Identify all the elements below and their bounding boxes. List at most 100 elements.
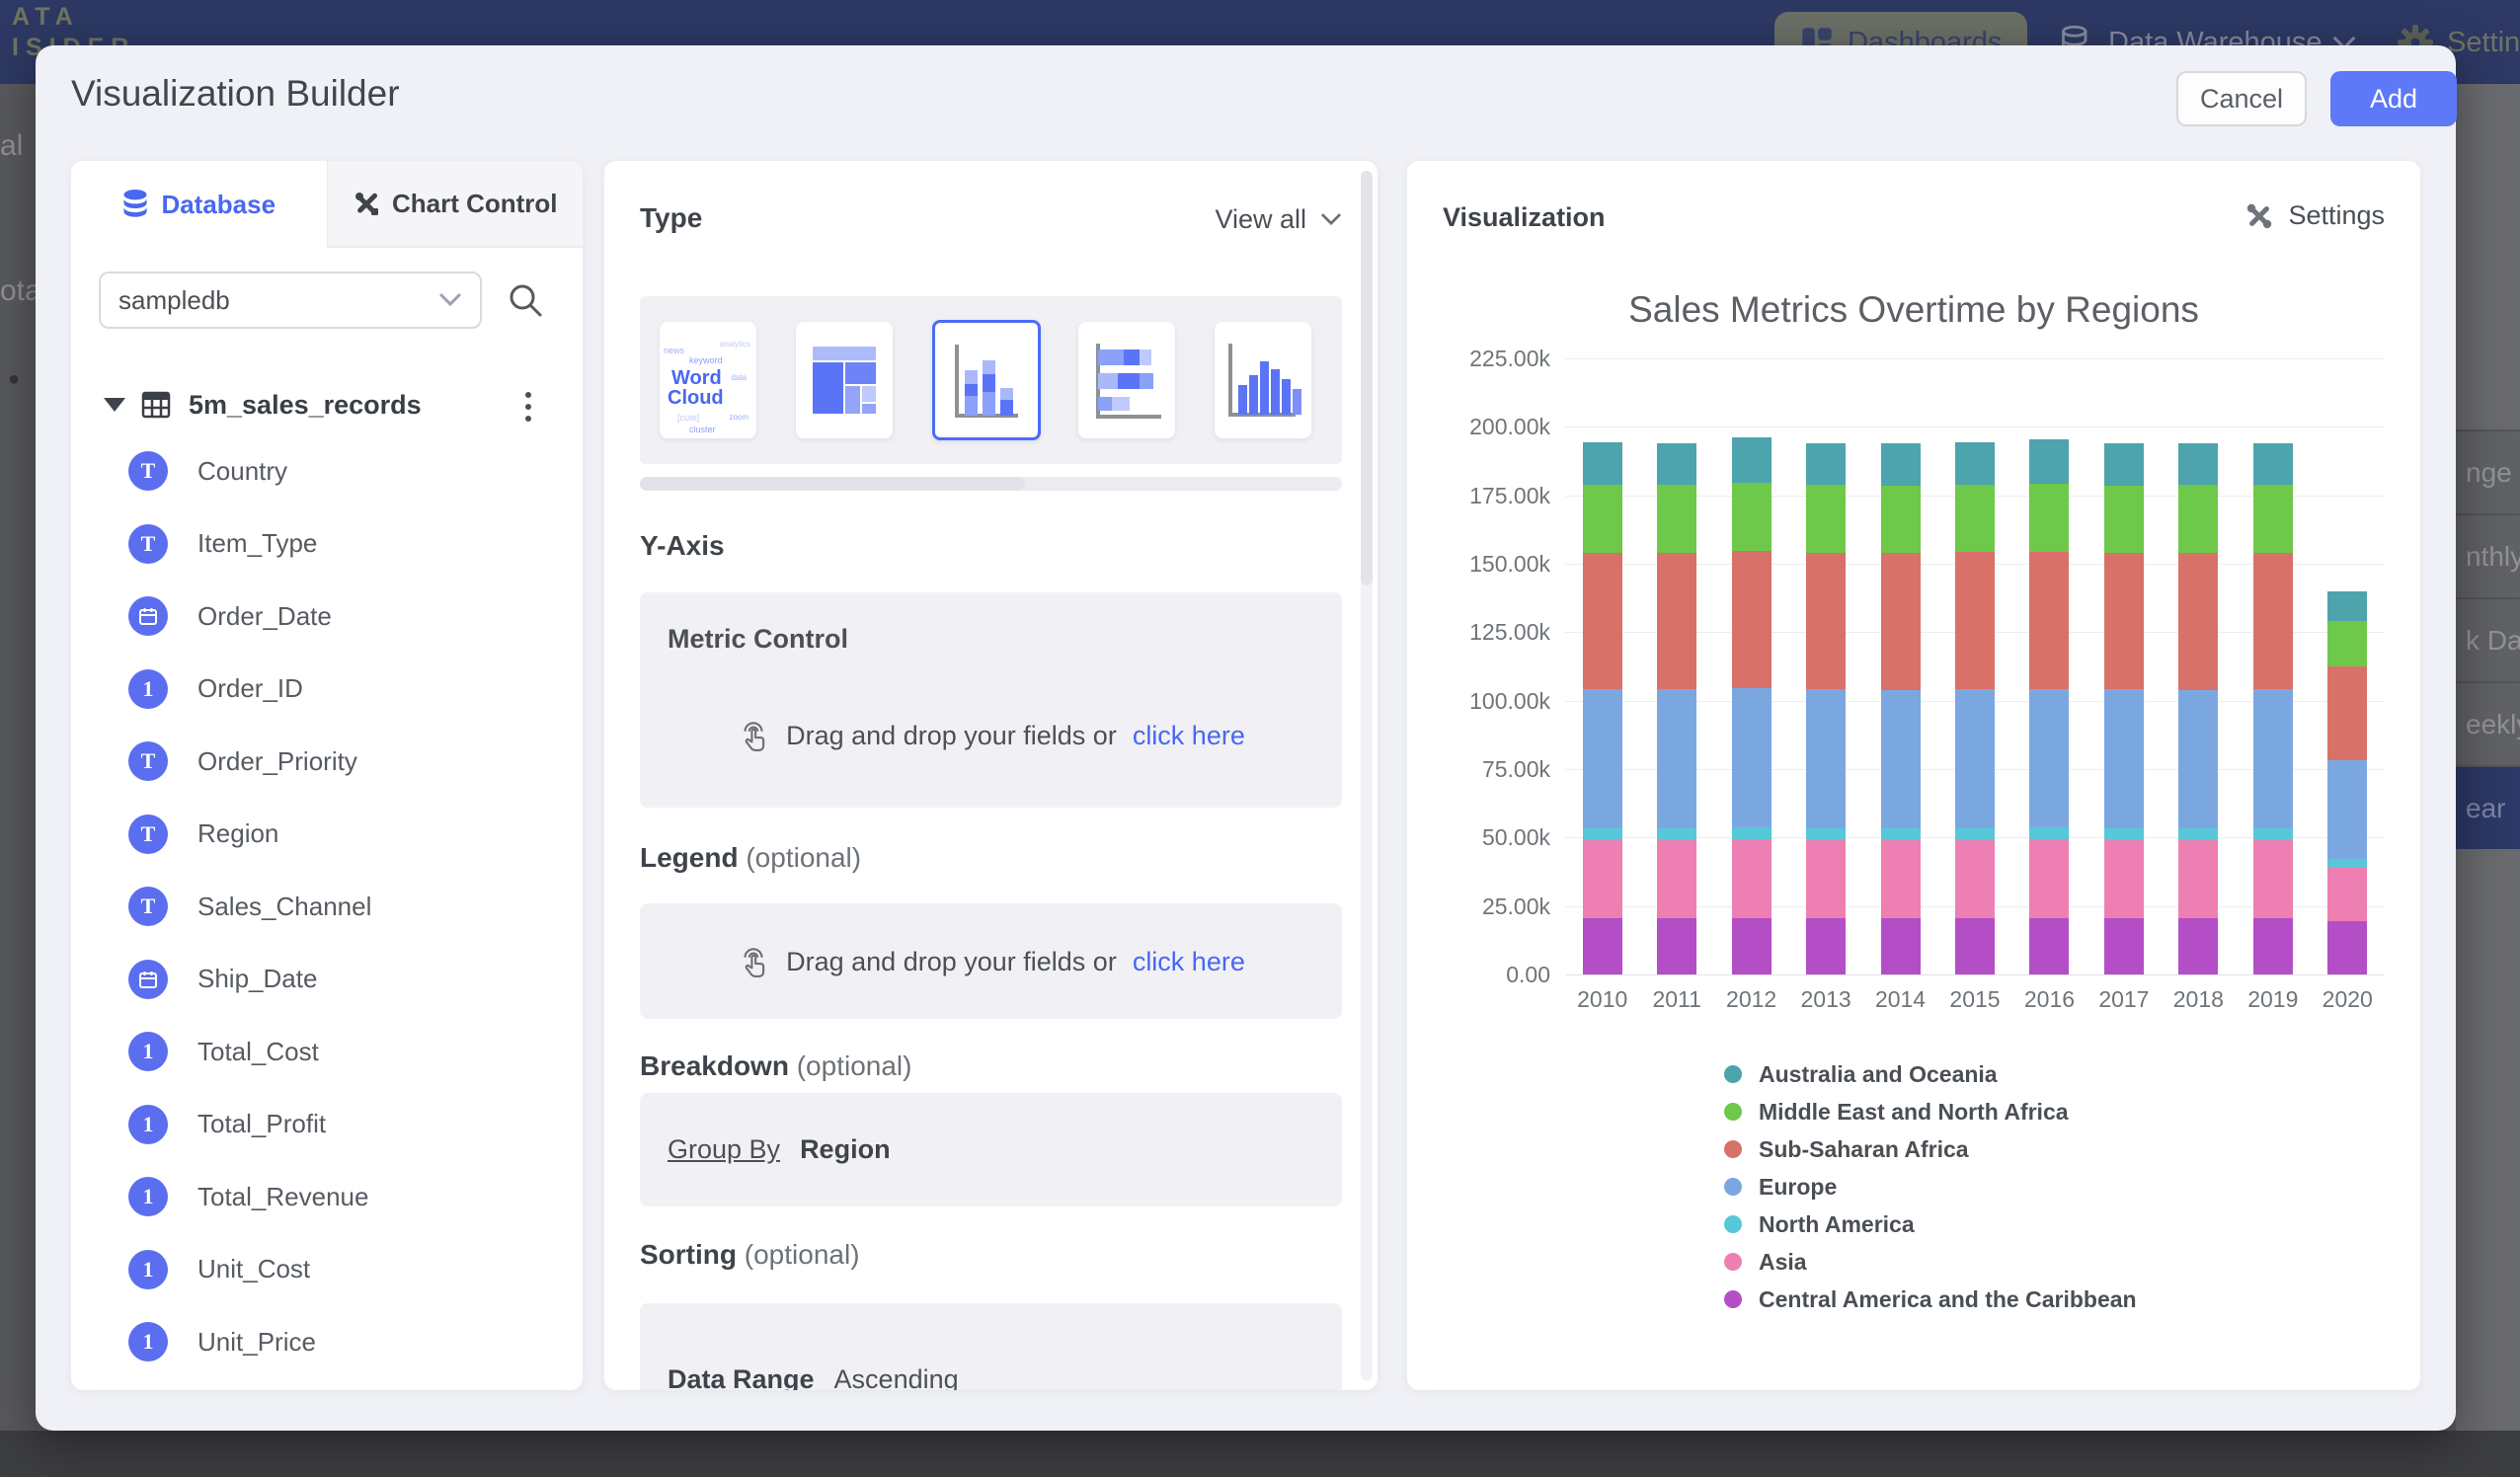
bar-segment[interactable]: [2253, 485, 2293, 553]
table-menu-kebab-icon[interactable]: [517, 384, 539, 429]
bar-segment[interactable]: [1881, 443, 1921, 485]
field-item-unit_cost[interactable]: 1Unit_Cost: [71, 1242, 583, 1297]
bar-segment[interactable]: [2178, 690, 2218, 828]
legend-dropzone[interactable]: Drag and drop your fields or click here: [640, 903, 1342, 1019]
bar-segment[interactable]: [2104, 918, 2144, 974]
legend-item[interactable]: North America: [1724, 1209, 1915, 1239]
sorting-box[interactable]: Data Range Ascending: [640, 1303, 1342, 1390]
bar-segment[interactable]: [2253, 918, 2293, 974]
field-item-order_id[interactable]: 1Order_ID: [71, 661, 583, 717]
bar-segment[interactable]: [1881, 840, 1921, 919]
bar-segment[interactable]: [1881, 828, 1921, 840]
bar-segment[interactable]: [2253, 840, 2293, 919]
bar-segment[interactable]: [2253, 828, 2293, 840]
stacked-bar-2019[interactable]: [2253, 443, 2293, 974]
bar-segment[interactable]: [1881, 553, 1921, 689]
stacked-bar-2012[interactable]: [1732, 437, 1772, 974]
bar-segment[interactable]: [2178, 553, 2218, 690]
chart-type-horizontal-bar[interactable]: [1078, 322, 1175, 438]
stacked-bar-2018[interactable]: [2178, 443, 2218, 974]
add-button[interactable]: Add: [2330, 71, 2457, 126]
bar-segment[interactable]: [1583, 828, 1622, 840]
bar-segment[interactable]: [2029, 918, 2069, 974]
legend-item[interactable]: Middle East and North Africa: [1724, 1097, 2069, 1127]
chart-type-column[interactable]: [1215, 322, 1311, 438]
bar-segment[interactable]: [1806, 689, 1846, 828]
bar-segment[interactable]: [2327, 867, 2367, 921]
legend-item[interactable]: Asia: [1724, 1247, 1807, 1277]
bar-segment[interactable]: [1806, 918, 1846, 974]
stacked-bar-2016[interactable]: [2029, 439, 2069, 974]
bar-segment[interactable]: [2253, 443, 2293, 485]
sorting-field-label[interactable]: Data Range: [668, 1364, 815, 1390]
bar-segment[interactable]: [2178, 485, 2218, 553]
view-all-dropdown[interactable]: View all: [1215, 204, 1342, 235]
bar-segment[interactable]: [1955, 840, 1995, 918]
bar-segment[interactable]: [1955, 485, 1995, 553]
bar-segment[interactable]: [1955, 552, 1995, 689]
stacked-bar-2015[interactable]: [1955, 442, 1995, 974]
field-item-item_type[interactable]: TItem_Type: [71, 516, 583, 572]
bar-segment[interactable]: [1732, 839, 1772, 918]
chart-type-word-cloud[interactable]: news analytics keyword Word Cloud data […: [660, 322, 756, 438]
bar-segment[interactable]: [2178, 828, 2218, 840]
settings-button[interactable]: Settings: [2244, 200, 2385, 231]
bar-segment[interactable]: [1583, 442, 1622, 484]
bar-segment[interactable]: [2029, 839, 2069, 918]
bar-segment[interactable]: [1583, 918, 1622, 974]
field-item-sales_channel[interactable]: TSales_Channel: [71, 879, 583, 934]
chart-type-treemap[interactable]: [796, 322, 893, 438]
stacked-bar-2013[interactable]: [1806, 443, 1846, 974]
bar-segment[interactable]: [2104, 840, 2144, 918]
field-item-ship_date[interactable]: Ship_Date: [71, 952, 583, 1007]
bar-segment[interactable]: [2029, 827, 2069, 839]
bar-segment[interactable]: [1732, 688, 1772, 827]
bar-segment[interactable]: [2104, 486, 2144, 554]
bar-segment[interactable]: [1657, 553, 1696, 689]
bar-segment[interactable]: [1955, 828, 1995, 840]
bar-segment[interactable]: [1583, 485, 1622, 553]
bar-segment[interactable]: [1881, 918, 1921, 974]
bar-segment[interactable]: [2327, 760, 2367, 859]
bar-segment[interactable]: [2327, 921, 2367, 974]
bar-segment[interactable]: [1806, 553, 1846, 690]
expander-triangle-icon[interactable]: [104, 398, 125, 412]
stacked-bar-2011[interactable]: [1657, 443, 1696, 974]
bar-segment[interactable]: [2327, 859, 2367, 867]
field-item-country[interactable]: TCountry: [71, 443, 583, 499]
bar-segment[interactable]: [2104, 443, 2144, 485]
search-icon[interactable]: [506, 280, 545, 320]
bar-segment[interactable]: [1583, 689, 1622, 828]
field-item-total_revenue[interactable]: 1Total_Revenue: [71, 1169, 583, 1224]
stacked-bar-2014[interactable]: [1881, 443, 1921, 974]
bar-segment[interactable]: [1732, 918, 1772, 974]
metric-control-dropzone[interactable]: Metric Control Drag and drop your fields…: [640, 592, 1342, 808]
field-item-order_date[interactable]: Order_Date: [71, 588, 583, 644]
field-item-order_priority[interactable]: TOrder_Priority: [71, 734, 583, 789]
chart-type-stacked-column-selected[interactable]: [932, 320, 1041, 440]
bar-segment[interactable]: [2327, 666, 2367, 760]
bar-segment[interactable]: [2029, 552, 2069, 689]
bar-segment[interactable]: [1732, 827, 1772, 839]
bar-segment[interactable]: [1881, 486, 1921, 554]
sorting-direction-value[interactable]: Ascending: [834, 1364, 959, 1390]
bar-segment[interactable]: [2178, 443, 2218, 485]
bar-segment[interactable]: [2178, 840, 2218, 918]
dropzone-click-here-link[interactable]: click here: [1133, 721, 1245, 751]
bar-segment[interactable]: [2253, 689, 2293, 828]
bar-segment[interactable]: [2029, 484, 2069, 552]
dropzone-click-here-link[interactable]: click here: [1133, 947, 1245, 977]
bar-segment[interactable]: [2327, 621, 2367, 666]
stacked-bar-2010[interactable]: [1583, 442, 1622, 974]
bar-segment[interactable]: [1657, 485, 1696, 553]
bar-segment[interactable]: [1806, 828, 1846, 840]
bar-segment[interactable]: [1657, 828, 1696, 840]
bar-segment[interactable]: [2029, 439, 2069, 484]
bar-segment[interactable]: [2104, 828, 2144, 840]
group-by-value[interactable]: Region: [800, 1134, 891, 1165]
bar-segment[interactable]: [1657, 443, 1696, 485]
bar-segment[interactable]: [1955, 918, 1995, 974]
field-item-total_profit[interactable]: 1Total_Profit: [71, 1097, 583, 1152]
stacked-bar-2017[interactable]: [2104, 443, 2144, 974]
legend-item[interactable]: Australia and Oceania: [1724, 1059, 1998, 1089]
